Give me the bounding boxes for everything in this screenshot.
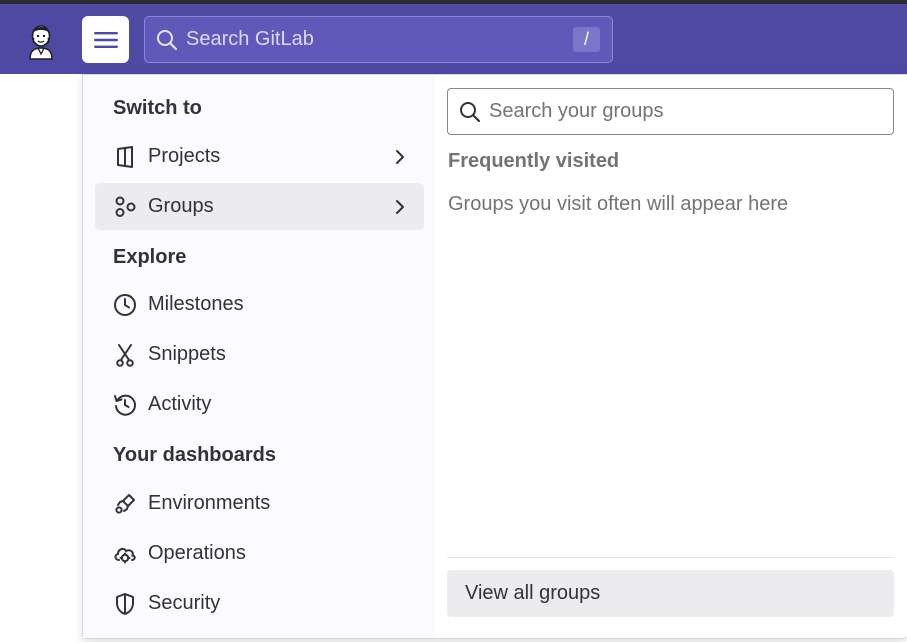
menu-item-label: Milestones [148, 293, 244, 315]
search-shortcut-badge: / [573, 27, 600, 52]
menu-item-environments[interactable]: Environments [95, 480, 424, 527]
menu-item-label: Operations [148, 542, 246, 564]
frequently-visited-title: Frequently visited [448, 150, 620, 172]
menu-nav-pane: Switch to Projects Groups Explore Milest… [83, 75, 435, 638]
search-icon [459, 101, 481, 123]
empty-state-message: Groups you visit often will appear here [448, 193, 789, 215]
project-icon [112, 144, 138, 170]
hamburger-icon [93, 31, 118, 48]
view-all-groups-button[interactable]: View all groups [447, 570, 894, 617]
chevron-right-icon [390, 197, 410, 217]
group-icon [112, 194, 138, 220]
menu-item-groups[interactable]: Groups [95, 183, 424, 230]
menu-item-label: Activity [148, 393, 212, 415]
group-search-field[interactable] [447, 88, 894, 135]
avatar-icon [22, 21, 60, 61]
clock-icon [112, 292, 138, 318]
snippet-icon [112, 342, 138, 368]
menu-item-label: Projects [148, 145, 221, 167]
section-title-your-dashboards: Your dashboards [113, 444, 276, 466]
main-menu-dropdown: Switch to Projects Groups Explore Milest… [82, 74, 907, 639]
top-navbar: / [0, 4, 907, 74]
section-title-explore: Explore [113, 246, 187, 268]
main-menu-button[interactable] [82, 16, 129, 63]
menu-item-snippets[interactable]: Snippets [95, 331, 424, 378]
group-search-input[interactable] [487, 99, 893, 124]
menu-item-label: Snippets [148, 343, 226, 365]
global-search-field[interactable]: / [144, 16, 613, 63]
section-title-switch-to: Switch to [113, 97, 202, 119]
menu-item-label: Groups [148, 195, 214, 217]
menu-item-activity[interactable]: Activity [95, 381, 424, 428]
chevron-right-icon [390, 147, 410, 167]
rocket-icon [112, 491, 138, 517]
shield-icon [112, 591, 138, 617]
menu-item-security[interactable]: Security [95, 580, 424, 627]
cloud-gear-icon [112, 541, 138, 567]
menu-item-label: Environments [148, 492, 271, 514]
global-search-input[interactable] [184, 27, 573, 52]
menu-item-milestones[interactable]: Milestones [95, 281, 424, 328]
divider [447, 557, 894, 558]
search-icon [156, 29, 178, 51]
menu-item-projects[interactable]: Projects [95, 133, 424, 180]
avatar-logo[interactable] [20, 20, 62, 62]
menu-item-operations[interactable]: Operations [95, 530, 424, 577]
menu-item-label: Security [148, 592, 221, 614]
history-icon [112, 392, 138, 418]
